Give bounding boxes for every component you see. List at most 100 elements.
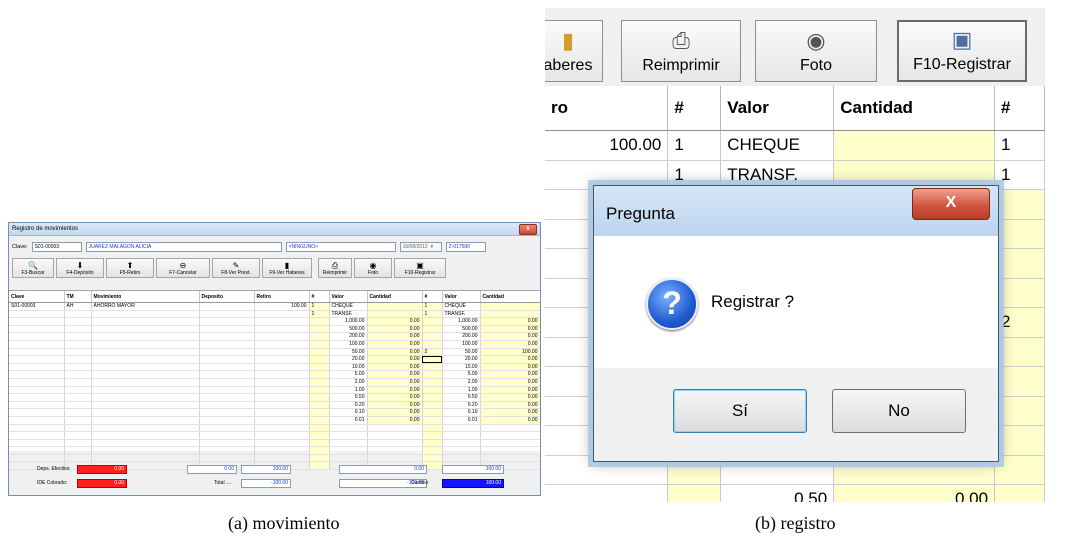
table-cell <box>9 310 65 319</box>
total-value: -100.00 <box>241 479 291 488</box>
table-cell <box>91 393 200 402</box>
table-cell[interactable]: 0.00 <box>480 393 540 402</box>
reimprimir-button[interactable]: ⎙ Reimprimir <box>621 20 741 82</box>
table-cell[interactable]: 0.00 <box>367 363 423 372</box>
table-cell[interactable] <box>367 302 423 311</box>
table-cell[interactable] <box>480 424 540 433</box>
foto-button[interactable]: ◉ Foto <box>755 20 877 82</box>
table-cell <box>64 401 92 410</box>
table-cell[interactable]: 0.00 <box>480 386 540 395</box>
deps-value: 0.00 <box>77 465 127 474</box>
table-cell[interactable]: 0.00 <box>480 317 540 326</box>
reimprimir-label: Reimprimir <box>642 57 720 74</box>
table-cell[interactable] <box>480 310 540 319</box>
table-cell[interactable]: 0.00 <box>367 325 423 334</box>
grid-header: Clave TM Movimiento Deposito Retiro # Valor Can… <box>9 291 540 303</box>
yes-button[interactable]: Sí <box>673 389 807 433</box>
table-cell <box>91 439 200 448</box>
date-combo[interactable]: 16/08/2012 ▾ <box>399 242 442 252</box>
table-cell[interactable]: 0.00 <box>367 393 423 402</box>
table-cell[interactable] <box>367 446 423 455</box>
toolbar: 🔍 F3-Buscar ⬇ F4-Depósito ⬆ F5-Retiro ⊖ F7-Canc… <box>9 258 540 278</box>
table-cell[interactable]: 0.00 <box>480 355 540 364</box>
table-cell[interactable] <box>480 302 540 311</box>
f7-cancelar-button[interactable]: ⊖ F7-Cancelar <box>156 258 210 278</box>
table-cell[interactable]: 0.00 <box>367 408 423 417</box>
note-icon: ✎ <box>232 261 240 270</box>
f5-retiro-button[interactable]: ⬆ F5-Retiro <box>106 258 154 278</box>
table-cell[interactable]: 0.00 <box>480 370 540 379</box>
table-cell <box>64 416 92 425</box>
table-cell[interactable] <box>480 439 540 448</box>
table-cell <box>254 355 310 364</box>
table-cell: 1 <box>667 130 722 161</box>
table-cell <box>422 363 443 372</box>
table-cell: 20.00 <box>329 355 368 364</box>
table-row: 500.00 0.00 500.00 0.00 <box>9 325 540 334</box>
ver-haberes-button[interactable]: ▮ aberes <box>545 20 603 82</box>
dialog-close-button[interactable]: X <box>912 188 990 220</box>
question-icon: ? <box>646 278 698 330</box>
table-cell <box>309 348 330 357</box>
table-cell[interactable]: 0.00 <box>367 317 423 326</box>
total-label: Total .... <box>214 480 232 486</box>
f8-ver-prest--button[interactable]: ✎ F8-Ver Prest. <box>212 258 260 278</box>
save-icon: ▣ <box>416 261 424 270</box>
table-cell[interactable]: 0.00 <box>367 370 423 379</box>
table-cell[interactable]: 0.00 <box>480 401 540 410</box>
table-cell <box>309 340 330 349</box>
table-cell <box>309 386 330 395</box>
table-cell[interactable]: 0.00 <box>367 332 423 341</box>
table-cell <box>254 416 310 425</box>
table-cell[interactable]: 0.00 <box>480 340 540 349</box>
table-cell[interactable] <box>833 130 996 161</box>
column-header: ro <box>545 86 669 131</box>
table-cell <box>254 363 310 372</box>
table-cell[interactable]: 0.00 <box>367 386 423 395</box>
table-cell[interactable] <box>480 431 540 440</box>
table-cell[interactable]: 100.00 <box>480 348 540 357</box>
table-cell[interactable]: 0.00 <box>367 355 423 364</box>
reimprimir-button[interactable]: ⎙ Reimprimir <box>318 258 352 278</box>
foto-button[interactable]: ◉ Foto <box>354 258 392 278</box>
table-cell[interactable]: 0.00 <box>367 416 423 425</box>
clave-input[interactable]: S01-00003 <box>31 242 82 252</box>
no-button[interactable]: No <box>832 389 966 433</box>
table-cell <box>91 348 200 357</box>
f4-dep-sito-button[interactable]: ⬇ F4-Depósito <box>56 258 104 278</box>
table-cell[interactable] <box>367 424 423 433</box>
table-cell: S01-00003 <box>9 302 65 311</box>
table-cell[interactable]: 0.00 <box>367 401 423 410</box>
table-cell: 50.00 <box>442 348 481 357</box>
received-total: 100.00 <box>442 465 504 474</box>
table-cell[interactable]: 0.00 <box>480 363 540 372</box>
table-cell[interactable]: 0.00 <box>367 348 423 357</box>
table-cell <box>91 386 200 395</box>
table-cell[interactable]: 0.00 <box>833 484 996 502</box>
table-cell[interactable] <box>367 431 423 440</box>
table-cell[interactable]: 0.00 <box>367 378 423 387</box>
table-cell[interactable]: 0.00 <box>480 416 540 425</box>
close-button[interactable]: x <box>519 223 537 235</box>
caption-a: (a) movimiento <box>228 513 340 533</box>
f10-registrar-button[interactable]: ▣ F10-Registrar <box>394 258 446 278</box>
toolbar-label: F5-Retiro <box>119 270 141 276</box>
table-cell[interactable] <box>480 446 540 455</box>
f9-ver-haberes-button[interactable]: ▮ F9-Ver Haberes <box>262 258 312 278</box>
totals-footer: Deps. Efectivo: 0.00 IDE Cobrado: 0.00 0… <box>9 455 540 495</box>
table-cell <box>199 446 255 455</box>
table-cell[interactable] <box>367 310 423 319</box>
registrar-button[interactable]: ▣ F10-Registrar <box>897 20 1027 82</box>
name-field: JUAREZ MALAGON ALICIA <box>85 242 282 252</box>
table-cell: 200.00 <box>442 332 481 341</box>
table-cell[interactable] <box>367 439 423 448</box>
table-cell[interactable]: 0.00 <box>480 332 540 341</box>
f3-buscar-button[interactable]: 🔍 F3-Buscar <box>12 258 54 278</box>
table-cell[interactable]: 0.00 <box>480 408 540 417</box>
table-cell[interactable]: 0.00 <box>480 378 540 387</box>
table-cell[interactable]: 0.00 <box>367 340 423 349</box>
table-cell <box>64 386 92 395</box>
table-cell: 0.20 <box>329 401 368 410</box>
table-cell[interactable]: 0.00 <box>480 325 540 334</box>
table-cell <box>422 340 443 349</box>
